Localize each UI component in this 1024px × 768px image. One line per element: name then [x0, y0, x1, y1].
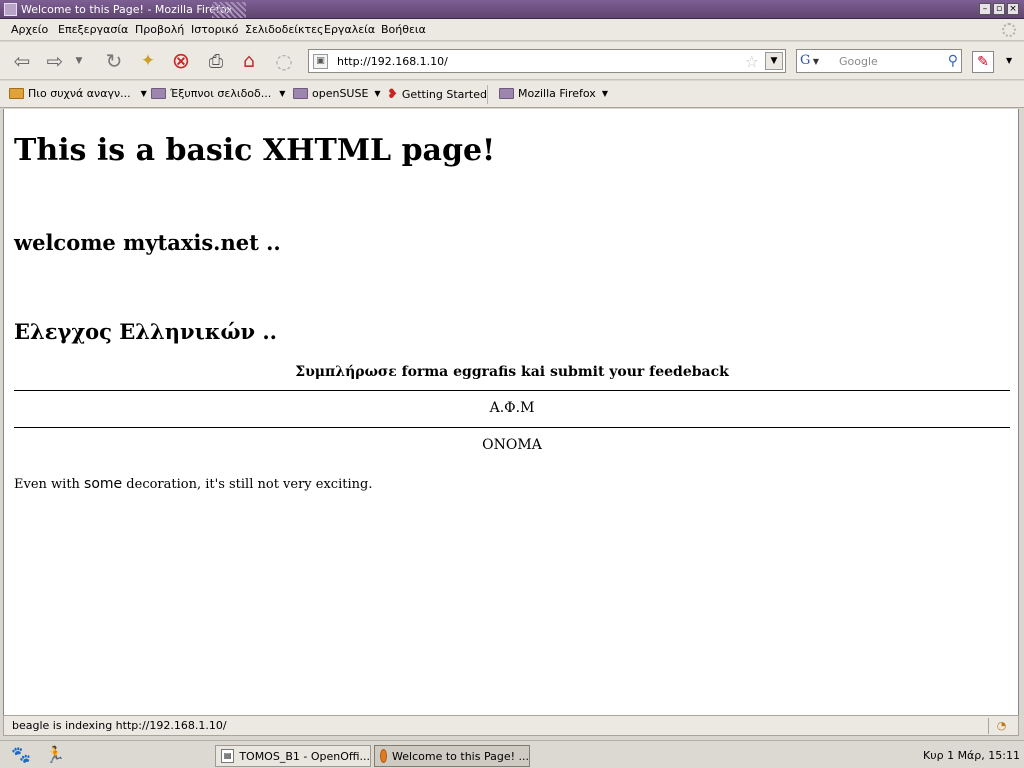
window-title: Welcome to this Page! - Mozilla Firefox	[21, 3, 233, 16]
bookmark-separator	[487, 85, 488, 104]
reload-icon: ↻	[105, 49, 123, 73]
page-edit-icon[interactable]: ✎	[972, 51, 994, 73]
menu-file[interactable]: Αρχείο	[11, 23, 48, 36]
table-rule	[14, 427, 1010, 428]
menu-bar: Αρχείο Επεξεργασία Προβολή Ιστορικό Σελι…	[0, 19, 1024, 41]
table-cell-name: ΟΝΟΜΑ	[482, 437, 542, 453]
page-content: This is a basic XHTML page! welcome myta…	[3, 109, 1019, 715]
search-engine-icon[interactable]: G ▼	[800, 53, 830, 70]
url-text[interactable]: http://192.168.1.10/	[337, 55, 448, 68]
printer-icon: ⎙	[208, 50, 224, 72]
bookmark-mozilla-firefox[interactable]: Mozilla Firefox ▼	[499, 87, 608, 100]
url-bar[interactable]: ▣ http://192.168.1.10/ ☆ ▼	[308, 49, 786, 73]
task-openoffice[interactable]: ▤ TOMOS_B1 - OpenOffi...	[215, 745, 371, 767]
bookmark-label: Έξυπνοι σελιδοδ...	[170, 87, 272, 100]
chevron-down-icon: ▼	[374, 89, 381, 98]
forward-button[interactable]: ⇨	[41, 47, 69, 75]
status-text: beagle is indexing http://192.168.1.10/	[12, 719, 227, 732]
page-subheading-welcome: welcome mytaxis.net ..	[14, 230, 281, 255]
bookmark-star-icon[interactable]: ☆	[745, 52, 759, 71]
folder-icon	[293, 88, 308, 99]
titlebar-decoration	[212, 2, 246, 18]
beagle-status-icon[interactable]: ◔	[988, 718, 1014, 734]
search-box[interactable]: G ▼ Google ⚲	[796, 49, 962, 73]
folder-icon	[499, 88, 514, 99]
home-button[interactable]: ⌂	[235, 47, 263, 75]
forward-arrow-icon: ⇨	[46, 49, 64, 73]
stop-button[interactable]: ⊗	[167, 47, 195, 75]
url-history-dropdown[interactable]: ▼	[765, 52, 783, 70]
bookmark-most-visited[interactable]: Πιο συχνά αναγν... ▼	[9, 87, 147, 100]
menu-history[interactable]: Ιστορικό	[191, 23, 239, 36]
navigation-toolbar: ⇦ ⇨ ▼ ↻ ✦ ⊗ ⎙ ⌂ ◌ ▣ http://192.168.1.10/…	[0, 42, 1024, 80]
task-label: TOMOS_B1 - OpenOffi...	[239, 749, 370, 763]
back-arrow-icon: ⇦	[13, 49, 31, 73]
bookmark-opensuse[interactable]: openSUSE ▼	[293, 87, 381, 100]
status-bar: beagle is indexing http://192.168.1.10/ …	[3, 715, 1019, 736]
maximize-button[interactable]: ▫	[993, 3, 1005, 15]
table-cell-afm: Α.Φ.Μ	[489, 400, 535, 416]
close-window-button[interactable]: ×	[1007, 3, 1019, 15]
reload-button[interactable]: ↻	[100, 47, 128, 75]
document-icon: ▤	[221, 749, 235, 763]
bookmark-label: Mozilla Firefox	[518, 87, 596, 100]
chevron-down-icon: ▼	[75, 56, 83, 66]
chevron-down-icon: ▼	[140, 89, 147, 98]
home-icon: ⌂	[242, 50, 256, 72]
chameleon-icon: ❥	[387, 87, 398, 102]
back-button[interactable]: ⇦	[8, 47, 36, 75]
loading-circle-icon: ◌	[275, 49, 293, 73]
rss-folder-icon	[9, 88, 24, 99]
taskbar: 🐾 🏃 ▤ TOMOS_B1 - OpenOffi... Welcome to …	[0, 740, 1024, 768]
menu-view[interactable]: Προβολή	[135, 23, 184, 36]
bookmark-label: Getting Started	[401, 88, 487, 101]
folder-icon	[151, 88, 166, 99]
bookmarks-toolbar: Πιο συχνά αναγν... ▼ Έξυπνοι σελιδοδ... …	[0, 81, 1024, 108]
firefox-icon	[380, 749, 388, 763]
minimize-button[interactable]: –	[979, 3, 991, 15]
page-subheading-greek: Ελεγχος Ελληνικών ..	[14, 319, 277, 344]
downloads-button[interactable]: ◌	[270, 47, 298, 75]
menu-edit[interactable]: Επεξεργασία	[58, 23, 128, 36]
clock[interactable]: Κυρ 1 Μάρ, 15:11	[923, 749, 1020, 762]
search-go-icon[interactable]: ⚲	[948, 53, 958, 69]
bookmark-getting-started[interactable]: ❥ Getting Started	[387, 87, 487, 102]
print-button[interactable]: ⎙	[202, 47, 230, 75]
bookmark-smart-bookmarks[interactable]: Έξυπνοι σελιδοδ... ▼	[151, 87, 285, 100]
stop-icon: ⊗	[171, 48, 191, 74]
bookmark-label: openSUSE	[312, 87, 369, 100]
running-man-icon[interactable]: 🏃	[44, 745, 66, 765]
chevron-down-icon: ▼	[601, 89, 608, 98]
chevron-down-icon: ▼	[279, 89, 286, 98]
task-firefox[interactable]: Welcome to this Page! ...	[374, 745, 530, 767]
table-caption: Συμπλήρωσε forma eggrafis kai submit you…	[295, 364, 729, 380]
menu-tools[interactable]: Εργαλεία	[324, 23, 375, 36]
sparkle-icon: ✦	[140, 51, 156, 71]
menu-bookmarks[interactable]: Σελιδοδείκτες	[245, 23, 324, 36]
search-placeholder[interactable]: Google	[839, 55, 878, 68]
task-label: Welcome to this Page! ...	[392, 749, 529, 763]
bookmark-label: Πιο συχνά αναγν...	[28, 87, 131, 100]
page-paragraph: Even with some decoration, it's still no…	[14, 476, 373, 492]
window-titlebar[interactable]: Welcome to this Page! - Mozilla Firefox …	[0, 0, 1024, 19]
window-menu-icon[interactable]	[4, 3, 17, 16]
activity-throbber-icon	[1002, 23, 1016, 37]
gnome-foot-menu-icon[interactable]: 🐾	[10, 745, 32, 765]
page-heading: This is a basic XHTML page!	[14, 133, 496, 168]
new-tab-button[interactable]: ✦	[134, 47, 162, 75]
table-rule	[14, 390, 1010, 391]
history-dropdown-button[interactable]: ▼	[72, 47, 86, 75]
menu-help[interactable]: Βοήθεια	[381, 23, 426, 36]
chevron-down-icon[interactable]: ▼	[1006, 56, 1012, 65]
site-identity-icon[interactable]: ▣	[313, 54, 328, 69]
